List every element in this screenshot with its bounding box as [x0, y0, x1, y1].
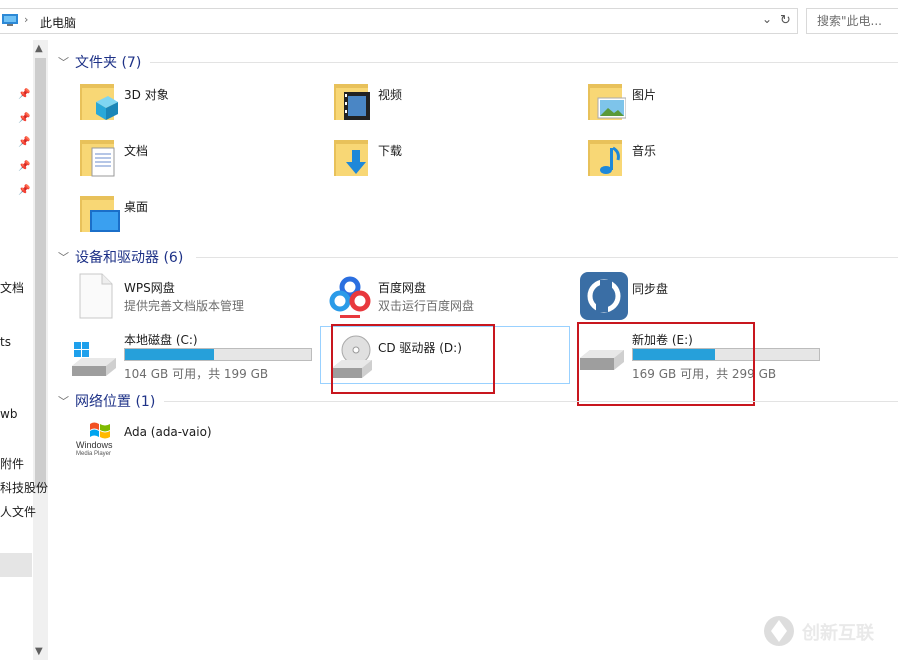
desktop-folder-icon: [80, 196, 120, 232]
folder-3d-objects[interactable]: 3D 对象: [78, 80, 318, 128]
drive-usage-bar: [124, 348, 312, 361]
windows-media-player-icon: Windows Media Player: [74, 420, 118, 462]
folder-label: 视频: [378, 88, 403, 102]
refresh-icon[interactable]: ↻: [780, 13, 791, 28]
nav-item[interactable]: 文档: [0, 279, 24, 296]
baidu-cloud-icon: [329, 276, 371, 318]
watermark: 创新互联: [762, 614, 892, 648]
nav-selected-item[interactable]: [0, 553, 32, 577]
watermark-text: 创新互联: [802, 623, 874, 644]
address-bar[interactable]: › 此电脑 ⌄ ↻: [0, 8, 798, 34]
group-header-devices[interactable]: ﹀ 设备和驱动器 (6): [58, 247, 183, 267]
network-item-label: Ada (ada-vaio): [124, 425, 212, 439]
search-input[interactable]: 搜索"此电...: [806, 8, 898, 34]
breadcrumb-location[interactable]: 此电脑: [40, 14, 76, 31]
chevron-down-icon: ﹀: [58, 395, 69, 408]
pin-icon: 📌: [18, 185, 31, 196]
wps-document-icon: [79, 273, 113, 319]
3d-objects-folder-icon: [80, 84, 118, 120]
watermark-logo-icon: [764, 616, 794, 646]
pin-icon: 📌: [18, 137, 31, 148]
drive-usage-fill: [125, 349, 215, 360]
this-pc-icon: [2, 14, 18, 26]
nav-item[interactable]: 附件: [0, 455, 24, 472]
folder-label: 桌面: [124, 200, 149, 214]
group-divider: [196, 257, 898, 258]
folder-label: 下载: [378, 144, 403, 158]
breadcrumb-chevron-icon[interactable]: ›: [24, 13, 28, 26]
folder-music[interactable]: 音乐: [586, 136, 826, 184]
device-baidu-drive[interactable]: 百度网盘 双击运行百度网盘: [328, 273, 568, 321]
pin-icon: 📌: [18, 113, 31, 124]
nav-item[interactable]: ts: [0, 335, 11, 349]
drive-c[interactable]: 本地磁盘 (C:) 104 GB 可用，共 199 GB: [72, 328, 316, 381]
folder-pictures[interactable]: 图片: [586, 80, 826, 128]
nav-item[interactable]: 人文件: [0, 503, 36, 520]
folder-documents[interactable]: 文档: [78, 136, 318, 184]
nav-scrollbar-thumb[interactable]: [35, 58, 46, 488]
windows-drive-icon: [72, 342, 116, 376]
nav-item[interactable]: wb: [0, 407, 17, 421]
drive-space: 104 GB 可用，共 199 GB: [124, 367, 269, 381]
scroll-down-icon[interactable]: ▼: [35, 646, 43, 657]
scroll-up-icon[interactable]: ▲: [35, 43, 43, 54]
nav-item[interactable]: 科技股份: [0, 479, 48, 496]
group-divider: [150, 62, 898, 63]
chevron-down-icon: ﹀: [58, 56, 69, 69]
folder-label: 图片: [632, 88, 657, 102]
music-folder-icon: [588, 140, 622, 176]
folder-videos[interactable]: 视频: [332, 80, 572, 128]
device-wps-drive[interactable]: WPS网盘 提供完善文档版本管理: [78, 273, 318, 321]
group-header-network[interactable]: ﹀ 网络位置 (1): [58, 391, 155, 411]
device-name: 同步盘: [632, 282, 669, 296]
device-description: 提供完善文档版本管理: [124, 299, 245, 313]
group-divider: [164, 401, 898, 402]
folder-downloads[interactable]: 下载: [332, 136, 572, 184]
documents-folder-icon: [80, 140, 115, 177]
network-item-ada-vaio[interactable]: Windows Media Player Ada (ada-vaio): [74, 420, 314, 464]
window-top: [0, 0, 898, 8]
highlight-box-drive-e: [577, 322, 755, 406]
folder-label: 3D 对象: [124, 88, 169, 102]
history-dropdown-icon[interactable]: ⌄: [762, 12, 772, 26]
videos-folder-icon: [334, 84, 370, 120]
windows-flag-icon: [90, 422, 110, 439]
downloads-folder-icon: [334, 140, 368, 176]
group-header-folders[interactable]: ﹀ 文件夹 (7): [58, 52, 141, 72]
highlight-box-drive-d: [331, 324, 495, 394]
device-sync-drive[interactable]: 同步盘: [580, 272, 820, 322]
folder-desktop[interactable]: 桌面: [78, 192, 318, 240]
device-name: WPS网盘: [124, 281, 175, 295]
device-description: 双击运行百度网盘: [378, 299, 475, 313]
pin-icon: 📌: [18, 161, 31, 172]
sync-drive-icon: [580, 272, 628, 320]
pin-icon: 📌: [18, 89, 31, 100]
drive-name: 本地磁盘 (C:): [124, 333, 198, 347]
device-name: 百度网盘: [378, 281, 427, 295]
chevron-down-icon: ﹀: [58, 251, 69, 264]
folder-label: 音乐: [632, 144, 657, 158]
folder-label: 文档: [124, 144, 149, 158]
pictures-folder-icon: [588, 84, 626, 120]
